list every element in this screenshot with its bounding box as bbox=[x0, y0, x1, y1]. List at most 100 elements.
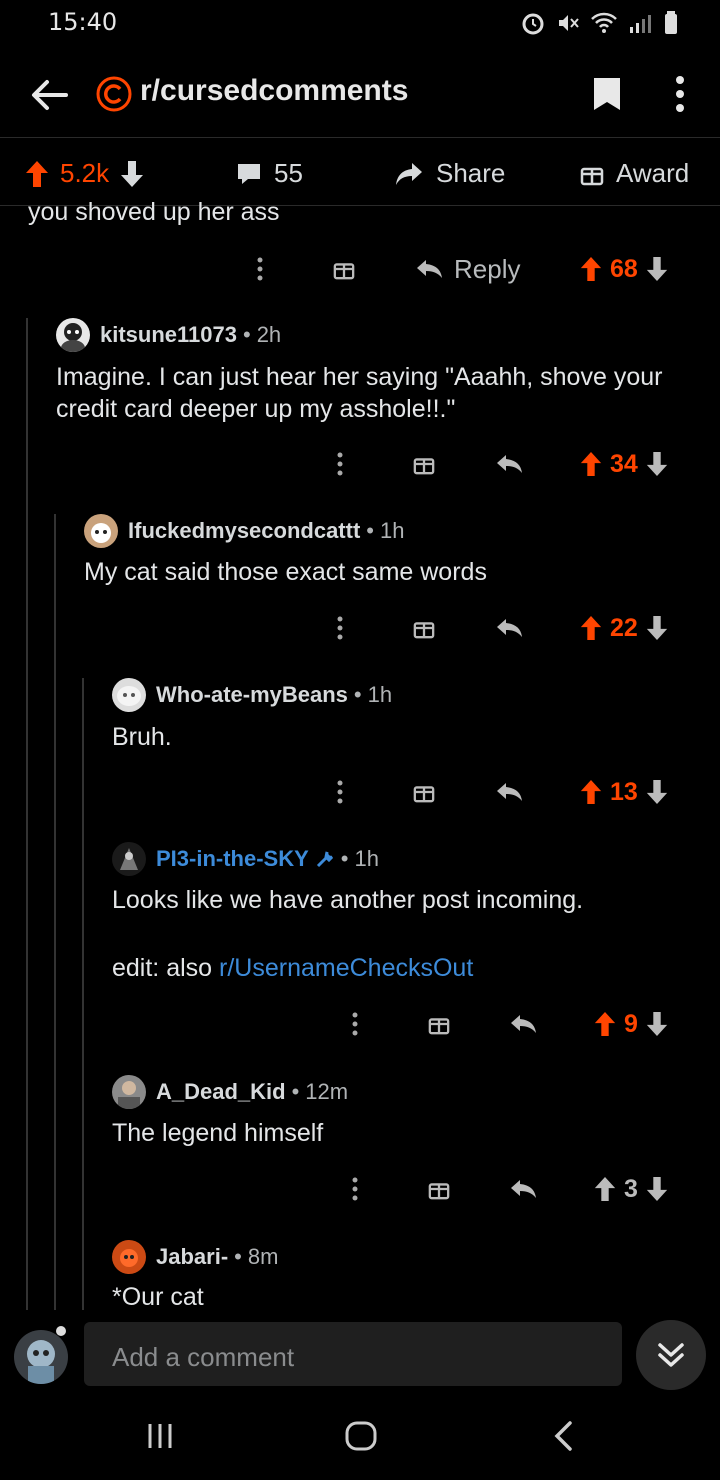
avatar[interactable] bbox=[84, 514, 118, 548]
comment-age: 1h bbox=[367, 682, 393, 707]
upvote-icon[interactable] bbox=[580, 452, 602, 476]
system-nav-bar bbox=[0, 1396, 720, 1480]
gift-icon[interactable] bbox=[333, 249, 355, 289]
comments-button[interactable]: 55 bbox=[236, 158, 303, 189]
comment-meta: Ifuckedmysecondcattt • 1h bbox=[84, 514, 404, 548]
award-label: Award bbox=[616, 158, 690, 188]
comment: A_Dead_Kid • 12m bbox=[112, 1075, 348, 1109]
more-options-icon[interactable] bbox=[351, 1169, 359, 1209]
back-icon[interactable] bbox=[552, 1420, 574, 1452]
comment-count: 55 bbox=[274, 158, 303, 188]
post-score: 5.2k bbox=[60, 158, 110, 188]
comment-body: My cat said those exact same words bbox=[84, 558, 487, 586]
vote-group: 22 bbox=[580, 608, 668, 648]
username[interactable]: Ifuckedmysecondcattt bbox=[128, 518, 360, 544]
jump-down-button[interactable] bbox=[636, 1320, 706, 1390]
award-button[interactable]: Award bbox=[580, 158, 689, 189]
comment-actions: 13 bbox=[0, 772, 720, 812]
home-icon[interactable] bbox=[344, 1420, 378, 1452]
reply-icon[interactable] bbox=[496, 772, 524, 812]
more-options-icon[interactable] bbox=[674, 74, 686, 114]
comment: Who-ate-myBeans • 1h bbox=[112, 678, 392, 712]
downvote-icon[interactable] bbox=[646, 1177, 668, 1201]
comment-score: 34 bbox=[610, 449, 638, 478]
comment-body: Bruh. bbox=[112, 723, 172, 751]
comment-score: 68 bbox=[610, 254, 638, 283]
upvote-icon[interactable] bbox=[594, 1012, 616, 1036]
comment-body: *Our cat bbox=[112, 1283, 204, 1311]
gift-icon[interactable] bbox=[413, 772, 435, 812]
comment-body-edit: edit: also r/UsernameChecksOut bbox=[112, 954, 474, 982]
more-options-icon[interactable] bbox=[351, 1004, 359, 1044]
vote-group: 9 bbox=[594, 1004, 668, 1044]
downvote-icon[interactable] bbox=[646, 257, 668, 281]
upvote-icon[interactable] bbox=[580, 257, 602, 281]
avatar[interactable] bbox=[112, 1240, 146, 1274]
more-options-icon[interactable] bbox=[336, 444, 344, 484]
vote-group: 13 bbox=[580, 772, 668, 812]
user-avatar[interactable] bbox=[14, 1330, 68, 1384]
subreddit-title[interactable]: r/cursedcomments bbox=[140, 74, 408, 108]
gift-icon[interactable] bbox=[428, 1169, 450, 1209]
subreddit-icon bbox=[96, 76, 132, 112]
vote-group: 68 bbox=[580, 249, 668, 289]
downvote-icon[interactable] bbox=[646, 616, 668, 640]
more-options-icon[interactable] bbox=[336, 608, 344, 648]
username[interactable]: Jabari- bbox=[156, 1244, 228, 1270]
double-chevron-down-icon bbox=[658, 1343, 684, 1367]
more-options-icon[interactable] bbox=[336, 772, 344, 812]
upvote-icon[interactable] bbox=[26, 160, 48, 187]
username-moderator[interactable]: PI3-in-the-SKY bbox=[156, 846, 309, 872]
share-icon bbox=[396, 162, 422, 185]
partial-comment-actions: Reply 68 bbox=[0, 249, 720, 289]
back-arrow-icon[interactable] bbox=[30, 78, 68, 112]
reply-icon[interactable] bbox=[496, 608, 524, 648]
downvote-icon[interactable] bbox=[121, 160, 144, 187]
comment-actions: 9 bbox=[0, 1004, 720, 1044]
reply-icon[interactable] bbox=[496, 444, 524, 484]
username[interactable]: kitsune11073 bbox=[100, 322, 237, 348]
comment: kitsune11073 • 2h bbox=[56, 318, 281, 352]
share-button[interactable]: Share bbox=[394, 158, 505, 189]
upvote-icon[interactable] bbox=[580, 616, 602, 640]
gift-icon[interactable] bbox=[428, 1004, 450, 1044]
gift-icon[interactable] bbox=[413, 608, 435, 648]
comment-meta: Who-ate-myBeans • 1h bbox=[112, 678, 392, 712]
status-bar: 15:40 bbox=[0, 0, 720, 44]
avatar[interactable] bbox=[112, 678, 146, 712]
vote-group: 34 bbox=[580, 444, 668, 484]
add-comment-input[interactable]: Add a comment bbox=[84, 1322, 622, 1386]
recents-icon[interactable] bbox=[146, 1422, 174, 1450]
downvote-icon[interactable] bbox=[646, 780, 668, 804]
downvote-icon[interactable] bbox=[646, 452, 668, 476]
gift-icon[interactable] bbox=[413, 444, 435, 484]
comment: Ifuckedmysecondcattt • 1h bbox=[84, 514, 404, 548]
comment-body: Imagine. I can just hear her saying "Aaa… bbox=[56, 363, 663, 423]
post-vote-group: 5.2k bbox=[26, 158, 144, 189]
comment-score: 22 bbox=[610, 613, 638, 642]
username[interactable]: A_Dead_Kid bbox=[156, 1079, 286, 1105]
avatar[interactable] bbox=[112, 842, 146, 876]
reply-icon[interactable] bbox=[510, 1169, 538, 1209]
online-indicator bbox=[56, 1326, 66, 1336]
comment-actions: 3 bbox=[0, 1169, 720, 1209]
top-app-bar: r/cursedcomments bbox=[0, 56, 720, 138]
bookmark-icon[interactable] bbox=[592, 76, 622, 112]
gift-icon bbox=[580, 167, 604, 185]
comment-meta: PI3-in-the-SKY • 1h bbox=[112, 842, 379, 876]
subreddit-link[interactable]: r/UsernameChecksOut bbox=[219, 954, 473, 982]
more-options-icon[interactable] bbox=[256, 249, 264, 289]
comment-actions: 22 bbox=[0, 608, 720, 648]
username[interactable]: Who-ate-myBeans bbox=[156, 682, 348, 708]
reply-icon bbox=[417, 260, 442, 278]
upvote-icon[interactable] bbox=[594, 1177, 616, 1201]
signal-icon bbox=[630, 15, 651, 33]
downvote-icon[interactable] bbox=[646, 1012, 668, 1036]
reply-button[interactable]: Reply bbox=[416, 249, 520, 289]
avatar[interactable] bbox=[112, 1075, 146, 1109]
avatar[interactable] bbox=[56, 318, 90, 352]
upvote-icon[interactable] bbox=[580, 780, 602, 804]
reply-icon[interactable] bbox=[510, 1004, 538, 1044]
partial-comment-text: you shoved up her ass bbox=[28, 198, 280, 226]
wrench-icon bbox=[316, 851, 333, 868]
